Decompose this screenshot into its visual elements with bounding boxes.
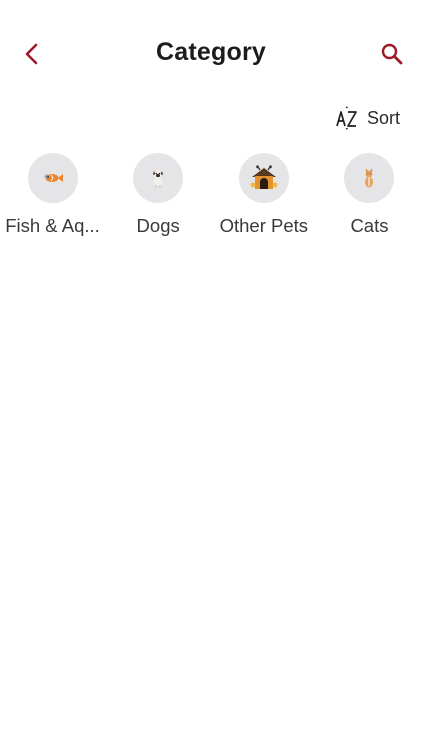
category-list: Fish & Aq... Dogs Other Pets Cats	[0, 153, 422, 237]
category-icon-container	[133, 153, 184, 203]
pet-house-icon	[250, 165, 278, 189]
category-label: Other Pets	[219, 215, 309, 236]
sort-button[interactable]: Sort	[335, 104, 400, 132]
category-item-fish[interactable]: Fish & Aq...	[0, 153, 105, 237]
category-item-cats[interactable]: Cats	[317, 153, 422, 237]
dog-icon	[153, 170, 164, 188]
app-header: Category	[0, 0, 422, 110]
cat-icon	[365, 168, 374, 188]
category-label: Cats	[350, 215, 389, 236]
category-icon-container	[344, 153, 395, 203]
search-button[interactable]	[374, 36, 410, 72]
category-icon-container	[27, 153, 78, 203]
sort-label: Sort	[366, 107, 400, 128]
fish-icon	[44, 174, 63, 182]
category-icon-container	[238, 153, 289, 203]
search-icon	[381, 43, 403, 65]
sort-az-icon	[335, 106, 359, 130]
category-label: Dogs	[136, 215, 180, 236]
page-title: Category	[156, 38, 266, 66]
category-item-dogs[interactable]: Dogs	[106, 153, 211, 237]
category-label: Fish & Aq...	[5, 215, 100, 236]
category-item-other-pets[interactable]: Other Pets	[211, 153, 316, 237]
